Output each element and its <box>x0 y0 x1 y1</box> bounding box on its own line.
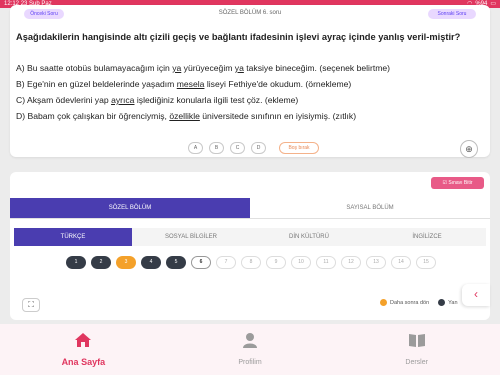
nav-profile[interactable]: Profilim <box>167 324 334 375</box>
battery-icon: ▭ <box>490 1 496 7</box>
question-number-list: 1 2 3 4 5 6 7 8 9 10 11 12 13 14 15 <box>10 256 490 270</box>
nav-lessons[interactable]: Dersler <box>333 324 500 375</box>
underlined-phrase: ayrıca <box>111 95 135 105</box>
divider <box>10 218 490 219</box>
question-number-button[interactable]: 9 <box>266 256 286 269</box>
question-number-button[interactable]: 7 <box>216 256 236 269</box>
legend-answered-label: Yan <box>448 299 458 306</box>
question-header-title: SÖZEL BÖLÜM 6. soru <box>218 10 282 16</box>
question-number-button[interactable]: 2 <box>91 256 111 269</box>
underlined-phrase: özellikle <box>169 111 200 121</box>
question-text: Aşağıdakilerin hangisinde altı çizili ge… <box>16 32 461 42</box>
tab-english[interactable]: İNGİLİZCE <box>368 228 486 246</box>
tab-verbal-section[interactable]: SÖZEL BÖLÜM <box>10 198 250 218</box>
later-dot-icon <box>380 299 387 306</box>
nav-profile-label: Profilim <box>238 359 262 366</box>
option-b-text: B) Ege'nin en güzel beldelerinde yaşadım… <box>16 79 352 89</box>
tab-numerical-section[interactable]: SAYISAL BÖLÜM <box>250 198 490 218</box>
question-number-button[interactable]: 13 <box>366 256 386 269</box>
question-card: Önceki Soru SÖZEL BÖLÜM 6. soru Sonraki … <box>10 5 490 158</box>
finish-exam-button[interactable]: ☑ Sınavı Bitir <box>431 177 484 189</box>
answer-c-button[interactable]: C <box>230 142 245 154</box>
question-number-button[interactable]: 1 <box>66 256 86 269</box>
legend: Daha sonra dön Yan <box>380 299 458 306</box>
chevron-left-icon[interactable]: ‹ <box>462 284 490 306</box>
tab-religion[interactable]: DİN KÜLTÜRÜ <box>250 228 368 246</box>
underlined-phrase: mesela <box>176 79 205 89</box>
underlined-phrase: ya <box>234 63 244 73</box>
nav-lessons-label: Dersler <box>405 359 428 366</box>
question-number-button[interactable]: 4 <box>141 256 161 269</box>
finish-exam-label: Sınavı Bitir <box>448 180 473 186</box>
checkbox-icon: ☑ <box>442 180 447 186</box>
zoom-icon[interactable]: ⊕ <box>460 140 478 158</box>
answer-b-button[interactable]: B <box>209 142 224 154</box>
underlined-phrase: ya <box>172 63 182 73</box>
book-icon <box>408 332 426 353</box>
question-number-button[interactable]: 8 <box>241 256 261 269</box>
subject-tabs: TÜRKÇE SOSYAL BİLGİLER DİN KÜLTÜRÜ İNGİL… <box>14 228 486 246</box>
question-number-button[interactable]: 5 <box>166 256 186 269</box>
question-number-button[interactable]: 15 <box>416 256 436 269</box>
question-number-button-current[interactable]: 6 <box>191 256 211 269</box>
next-question-button[interactable]: Sonraki Soru <box>428 9 476 19</box>
option-a-text: A) Bu saatte otobüs bulamayacağım için y… <box>16 63 391 73</box>
leave-blank-button[interactable]: Boş bırak <box>279 142 319 154</box>
question-navigator-panel: ☑ Sınavı Bitir SÖZEL BÖLÜM SAYISAL BÖLÜM… <box>10 172 490 320</box>
home-icon <box>74 332 92 353</box>
user-icon <box>242 332 258 353</box>
option-c-text: C) Akşam ödevlerini yap ayrıca işlediğin… <box>16 95 299 105</box>
option-d-text: D) Babam çok çalışkan bir öğrenciymiş, ö… <box>16 111 357 121</box>
answered-dot-icon <box>438 299 446 306</box>
answer-a-button[interactable]: A <box>188 142 203 154</box>
question-number-button[interactable]: 11 <box>316 256 336 269</box>
tab-turkish[interactable]: TÜRKÇE <box>14 228 132 246</box>
nav-home-label: Ana Sayfa <box>61 357 106 367</box>
answer-choices: A B C D Boş bırak ⊕ <box>10 140 490 158</box>
question-number-button[interactable]: 10 <box>291 256 311 269</box>
question-number-button[interactable]: 12 <box>341 256 361 269</box>
answer-d-button[interactable]: D <box>251 142 266 154</box>
question-number-button[interactable]: 3 <box>116 256 136 269</box>
nav-home[interactable]: Ana Sayfa <box>0 324 167 375</box>
legend-later-label: Daha sonra dön <box>390 299 430 306</box>
tab-social-studies[interactable]: SOSYAL BİLGİLER <box>132 228 250 246</box>
question-number-button[interactable]: 14 <box>391 256 411 269</box>
section-tabs: SÖZEL BÖLÜM SAYISAL BÖLÜM <box>10 198 490 218</box>
expand-icon[interactable]: ⛶ <box>22 298 40 312</box>
bottom-navigation: Ana Sayfa Profilim Dersler <box>0 324 500 375</box>
